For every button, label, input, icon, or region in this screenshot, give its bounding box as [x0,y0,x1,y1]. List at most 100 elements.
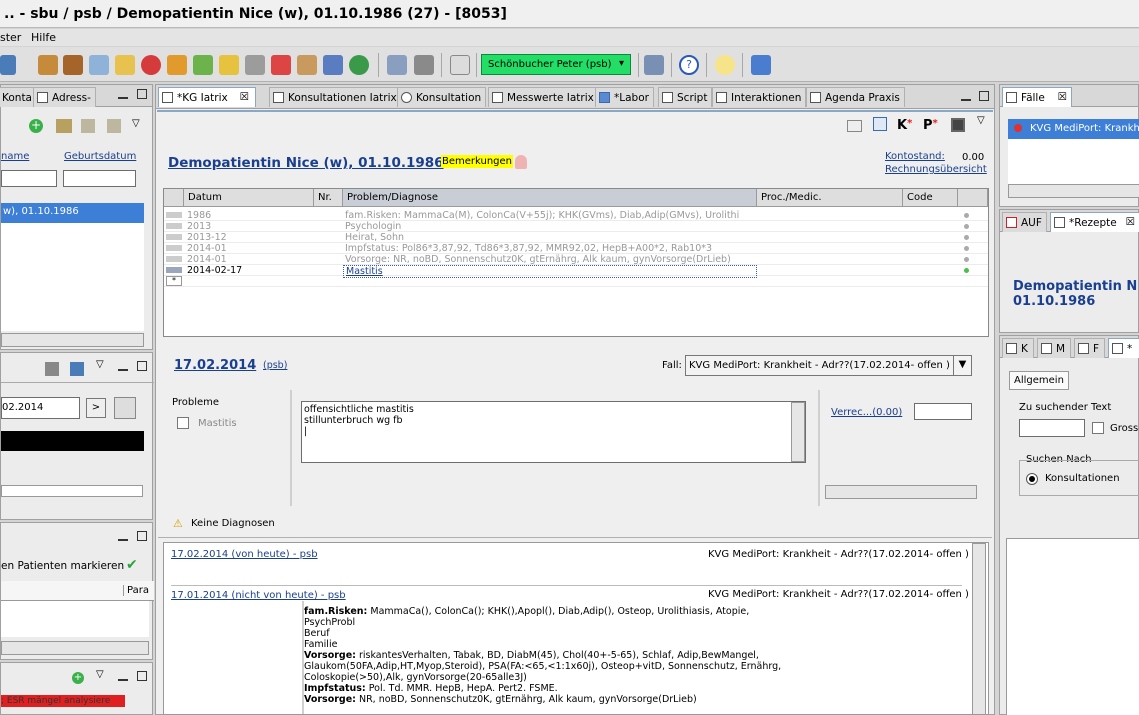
billing-input[interactable] [914,403,972,420]
history-vscroll[interactable] [972,543,986,714]
hammer-icon[interactable] [414,55,434,75]
tab-auf[interactable]: AUF [1002,212,1047,232]
history-entry-head[interactable]: 17.02.2014 (von heute) - psb [171,549,318,560]
print-icon[interactable] [114,397,136,419]
gross-checkbox[interactable] [1092,422,1104,434]
chart-line-icon[interactable] [271,55,291,75]
users-icon[interactable] [38,55,58,75]
tab-allgemein[interactable]: Allgemein [1009,371,1069,390]
close-icon[interactable]: ☒ [240,91,249,103]
radio-konsultationen[interactable] [1026,473,1038,485]
search-text-input[interactable] [1019,419,1085,437]
tab-interaktionen[interactable]: Interaktionen [712,87,807,107]
patient-list[interactable] [1,223,144,331]
minimize-icon[interactable] [118,531,128,541]
minimize-icon[interactable] [118,671,128,681]
col-proc[interactable]: Proc./Medic. [757,189,903,207]
billing-link[interactable]: Verrec...(0.00) [831,407,902,418]
selected-patient-row[interactable]: w), 01.10.1986 [1,203,144,223]
window-icon[interactable] [0,55,16,75]
consultation-user[interactable]: (psb) [263,360,287,371]
add-icon[interactable]: + [72,672,84,684]
pencil-icon[interactable] [219,55,239,75]
table-row[interactable]: 2013-12 Heirat, Sohn [164,232,988,243]
name-filter-input[interactable] [1,170,57,187]
fall-hscroll[interactable] [1008,184,1139,198]
add-icon[interactable]: + [29,119,43,133]
table-row[interactable]: 2014-01 Vorsorge: NR, noBD, Sonnenschutz… [164,254,988,265]
comment-icon[interactable] [715,55,735,75]
tab-konsultation[interactable]: Konsultation [397,87,487,107]
col-problem[interactable]: Problem/Diagnose [343,189,757,207]
consultation-date[interactable]: 17.02.2014 [174,358,256,373]
tab-labor[interactable]: *Labor [595,87,654,107]
esr-reminder[interactable]: ; ESR mängel analysiere [1,695,125,707]
merge-icon[interactable] [56,119,72,133]
minimize-icon[interactable] [961,91,971,101]
minimize-icon[interactable] [118,89,128,99]
view-menu-icon[interactable]: ▽ [96,359,104,370]
tab-script[interactable]: Script [658,87,713,107]
billing-hscroll[interactable] [825,485,977,499]
maximize-icon[interactable] [137,361,147,371]
tab-faelle[interactable]: Fälle ☒ [1002,87,1072,107]
clipboard2-icon[interactable] [107,119,121,133]
tab-star[interactable]: * [1108,338,1139,358]
close-icon[interactable]: ☒ [1126,216,1135,228]
tab-k[interactable]: K [1002,338,1034,358]
minimize-icon[interactable] [118,361,128,371]
maximize-icon[interactable] [979,91,989,101]
history-entry-head[interactable]: 17.01.2014 (nicht von heute) - psb [171,590,346,601]
col-code[interactable]: Code [903,189,958,207]
marker-hscroll[interactable] [1,641,149,655]
bandage-icon[interactable] [193,55,213,75]
p-star-icon[interactable]: P* [923,118,938,133]
marker-table[interactable] [1,601,149,637]
col-nr[interactable]: Nr. [314,189,343,207]
refresh-icon[interactable] [70,362,84,376]
hammer-icon[interactable] [45,362,59,376]
col-datum[interactable]: Datum [184,189,314,207]
date-next-button[interactable]: > [86,398,106,418]
patient-list-hscroll[interactable] [1,333,144,347]
close-icon[interactable]: ☒ [1058,91,1067,103]
table-row-selected[interactable]: 2014-02-17 Mastitis [164,265,988,278]
syringe-icon[interactable] [167,55,187,75]
checkmark-icon[interactable]: ✔ [126,557,138,573]
tab-f[interactable]: F [1074,338,1105,358]
tab-konsultationen-iatrix[interactable]: Konsultationen Iatrix [269,87,402,107]
maximize-icon[interactable] [137,89,147,99]
clipboard-icon[interactable] [81,119,95,133]
mail-icon[interactable] [847,120,862,132]
shield-icon[interactable] [644,55,664,75]
table-row[interactable]: 2014-01 Impfstatus: Pol86*3,87,92, Td86*… [164,243,988,254]
globe-icon[interactable] [349,55,369,75]
agenda-scroll[interactable] [1,485,143,497]
col-birthdate[interactable]: Geburtsdatum [64,151,136,162]
maximize-icon[interactable] [137,531,147,541]
mastitis-checkbox[interactable] [177,417,189,429]
cart-icon[interactable] [245,55,265,75]
fall-list-item[interactable]: KVG MediPort: Krankh [1008,119,1139,139]
tab-m[interactable]: M [1037,338,1071,358]
graph-icon[interactable] [323,55,343,75]
remarks-badge[interactable]: Bemerkungen [441,155,514,168]
date-input[interactable]: 02.2014 [1,397,80,419]
table-row[interactable]: 1986 fam.Risken: MammaCa(M), ColonCa(V+5… [164,210,988,221]
table-row[interactable]: 2013 Psychologin [164,221,988,232]
new-window-icon[interactable] [450,55,470,75]
fall-select[interactable]: KVG MediPort: Krankheit - Adr??(17.02.20… [685,355,972,376]
tab-kg-iatrix[interactable]: *KG Iatrix ☒ [158,87,256,107]
bar-chart-icon[interactable] [751,55,771,75]
note-vscroll[interactable] [791,402,805,462]
search-results[interactable] [1006,538,1139,715]
view-menu-icon[interactable]: ▽ [96,669,104,680]
save-icon[interactable] [951,118,965,132]
menu-hilfe[interactable]: Hilfe [31,31,56,44]
pill-icon[interactable] [141,55,161,75]
tab-agenda-praxis[interactable]: Agenda Praxis [806,87,905,107]
hand-icon[interactable] [115,55,135,75]
person-icon[interactable] [297,55,317,75]
view-menu-icon[interactable]: ▽ [977,115,985,126]
fall-list[interactable] [1008,139,1139,184]
